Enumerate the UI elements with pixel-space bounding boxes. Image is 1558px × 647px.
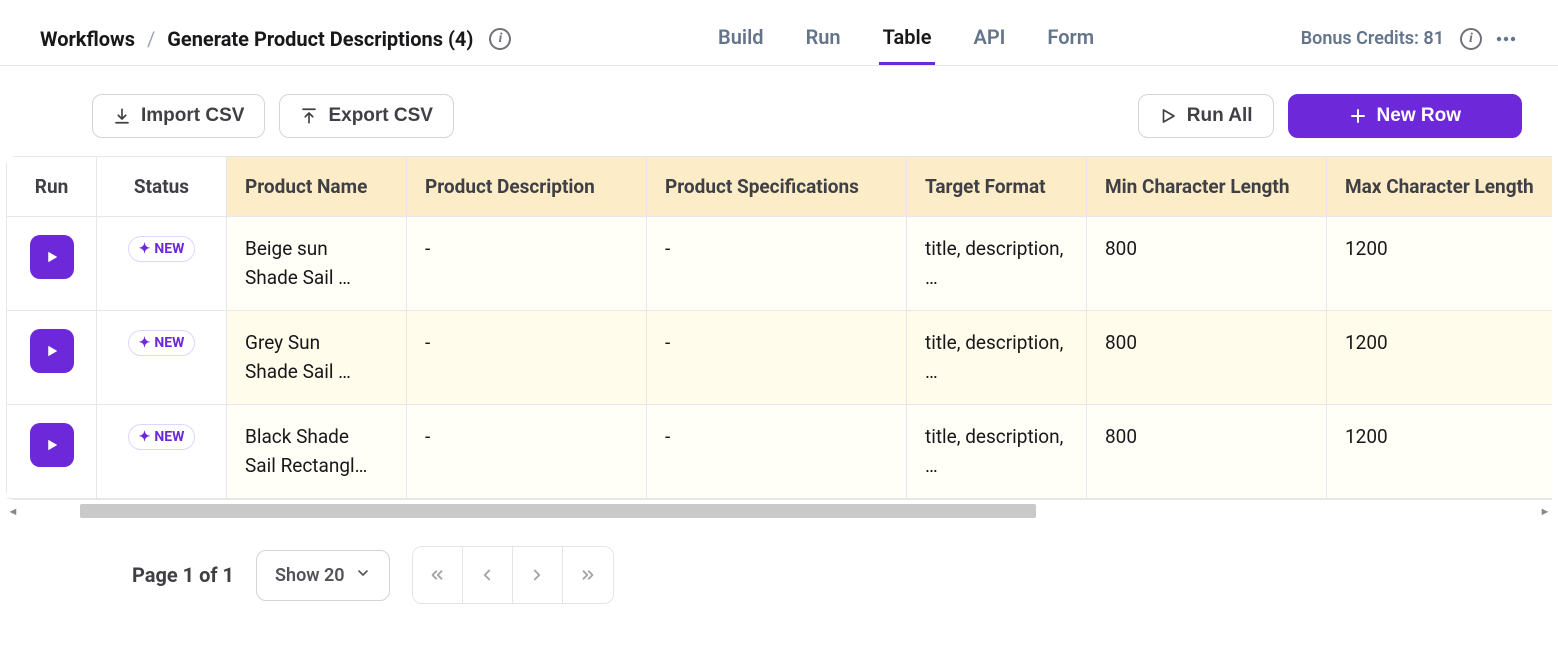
horizontal-scrollbar[interactable]: ◄ ►: [6, 504, 1552, 518]
run-all-label: Run All: [1187, 105, 1253, 127]
data-cell[interactable]: Grey Sun Shade Sail …: [227, 311, 407, 405]
new-row-label: New Row: [1377, 105, 1461, 127]
plus-icon: [1349, 107, 1367, 125]
data-cell[interactable]: 1200: [1327, 405, 1552, 499]
status-text: NEW: [154, 241, 184, 257]
credits-info-icon[interactable]: i: [1460, 28, 1482, 50]
toolbar: Import CSV Export CSV Run All New Row: [0, 66, 1558, 156]
scroll-right-arrow-icon[interactable]: ►: [1538, 505, 1552, 518]
page-size-label: Show 20: [275, 565, 345, 586]
data-cell[interactable]: -: [407, 405, 647, 499]
breadcrumb-current: Generate Product Descriptions (4): [167, 27, 473, 51]
tab-table[interactable]: Table: [879, 12, 936, 65]
new-row-button[interactable]: New Row: [1288, 94, 1522, 138]
pagination-bar: Page 1 of 1 Show 20: [0, 518, 1558, 624]
column-header[interactable]: Product Description: [407, 157, 647, 217]
run-row-button[interactable]: [30, 235, 74, 279]
download-icon: [113, 107, 131, 125]
breadcrumb-root[interactable]: Workflows: [40, 27, 135, 51]
table-row: ✦NEWGrey Sun Shade Sail …--title, descri…: [7, 311, 1552, 405]
sparkle-icon: ✦: [139, 429, 151, 445]
table-scroll-container[interactable]: RunStatusProduct NameProduct Description…: [6, 156, 1552, 500]
pager-buttons: [412, 546, 614, 604]
tab-bar: Build Run Table API Form: [714, 12, 1098, 65]
data-table: RunStatusProduct NameProduct Description…: [6, 156, 1552, 500]
top-bar: Workflows / Generate Product Description…: [0, 0, 1558, 66]
run-cell: [7, 405, 97, 499]
first-page-button[interactable]: [413, 547, 463, 603]
data-cell[interactable]: 1200: [1327, 217, 1552, 311]
data-cell[interactable]: title, description, …: [907, 405, 1087, 499]
scroll-left-arrow-icon[interactable]: ◄: [6, 505, 20, 518]
sparkle-icon: ✦: [139, 241, 151, 257]
data-cell[interactable]: -: [647, 217, 907, 311]
breadcrumb-separator: /: [147, 27, 155, 51]
data-cell[interactable]: title, description, …: [907, 311, 1087, 405]
run-cell: [7, 311, 97, 405]
data-cell[interactable]: -: [647, 311, 907, 405]
data-cell[interactable]: 800: [1087, 405, 1327, 499]
data-cell[interactable]: -: [407, 311, 647, 405]
table-row: ✦NEWBeige sun Shade Sail …--title, descr…: [7, 217, 1552, 311]
tab-form[interactable]: Form: [1043, 12, 1098, 65]
column-header[interactable]: Target Format: [907, 157, 1087, 217]
last-page-button[interactable]: [563, 547, 613, 603]
run-all-button[interactable]: Run All: [1138, 94, 1274, 138]
data-cell[interactable]: Beige sun Shade Sail …: [227, 217, 407, 311]
run-row-button[interactable]: [30, 423, 74, 467]
status-text: NEW: [154, 429, 184, 445]
tab-api[interactable]: API: [969, 12, 1009, 65]
data-cell[interactable]: Black Shade Sail Rectangl…: [227, 405, 407, 499]
status-text: NEW: [154, 335, 184, 351]
chevron-down-icon: [355, 565, 371, 586]
next-page-button[interactable]: [513, 547, 563, 603]
table-body: ✦NEWBeige sun Shade Sail …--title, descr…: [7, 217, 1552, 499]
prev-page-button[interactable]: [463, 547, 513, 603]
data-cell[interactable]: -: [407, 217, 647, 311]
breadcrumb: Workflows / Generate Product Description…: [40, 27, 511, 51]
column-header[interactable]: Status: [97, 157, 227, 217]
sparkle-icon: ✦: [139, 335, 151, 351]
more-menu-button[interactable]: [1494, 27, 1518, 51]
run-cell: [7, 217, 97, 311]
column-header[interactable]: Max Character Length: [1327, 157, 1552, 217]
import-csv-label: Import CSV: [141, 105, 244, 127]
header-right: Bonus Credits: 81 i: [1301, 27, 1518, 51]
data-cell[interactable]: title, description, …: [907, 217, 1087, 311]
data-cell[interactable]: -: [647, 405, 907, 499]
data-cell[interactable]: 1200: [1327, 311, 1552, 405]
upload-icon: [300, 107, 318, 125]
import-csv-button[interactable]: Import CSV: [92, 94, 265, 138]
column-header[interactable]: Min Character Length: [1087, 157, 1327, 217]
scrollbar-thumb[interactable]: [80, 504, 1036, 518]
status-cell: ✦NEW: [97, 405, 227, 499]
column-header[interactable]: Product Specifications: [647, 157, 907, 217]
page-indicator: Page 1 of 1: [132, 563, 234, 587]
export-csv-label: Export CSV: [328, 105, 433, 127]
data-cell[interactable]: 800: [1087, 311, 1327, 405]
tab-run[interactable]: Run: [802, 12, 845, 65]
status-cell: ✦NEW: [97, 217, 227, 311]
status-badge: ✦NEW: [128, 330, 196, 356]
table-header-row: RunStatusProduct NameProduct Description…: [7, 157, 1552, 217]
export-csv-button[interactable]: Export CSV: [279, 94, 454, 138]
table-row: ✦NEWBlack Shade Sail Rectangl…--title, d…: [7, 405, 1552, 499]
status-badge: ✦NEW: [128, 424, 196, 450]
data-cell[interactable]: 800: [1087, 217, 1327, 311]
status-cell: ✦NEW: [97, 311, 227, 405]
tab-build[interactable]: Build: [714, 12, 768, 65]
page-size-select[interactable]: Show 20: [256, 550, 390, 601]
play-outline-icon: [1159, 107, 1177, 125]
info-icon[interactable]: i: [489, 28, 511, 50]
column-header[interactable]: Product Name: [227, 157, 407, 217]
bonus-credits-label: Bonus Credits: 81: [1301, 28, 1444, 49]
status-badge: ✦NEW: [128, 236, 196, 262]
column-header[interactable]: Run: [7, 157, 97, 217]
run-row-button[interactable]: [30, 329, 74, 373]
